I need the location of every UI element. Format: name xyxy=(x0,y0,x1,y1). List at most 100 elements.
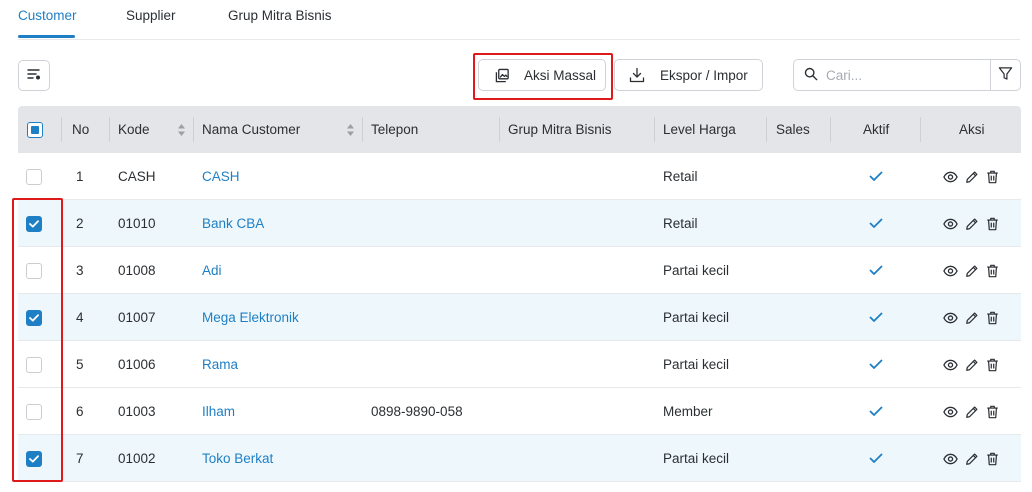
delete-trash-icon[interactable] xyxy=(986,358,999,372)
customer-name-link[interactable]: Ilham xyxy=(202,388,235,435)
col-header-aktif: Aktif xyxy=(863,122,890,137)
active-check-icon xyxy=(869,247,883,294)
row-checkbox[interactable] xyxy=(26,294,42,341)
filter-button[interactable] xyxy=(990,59,1021,91)
edit-pencil-icon[interactable] xyxy=(965,405,979,419)
cell-level-harga: Member xyxy=(663,404,713,419)
column-settings-button[interactable] xyxy=(18,60,50,91)
cell-kode: 01006 xyxy=(118,357,156,372)
view-eye-icon[interactable] xyxy=(943,171,958,183)
row-actions xyxy=(943,341,999,388)
tab-customer[interactable]: Customer xyxy=(18,8,77,23)
col-header-kode[interactable]: Kode xyxy=(118,106,186,153)
cell-no: 1 xyxy=(76,169,84,184)
delete-trash-icon[interactable] xyxy=(986,405,999,419)
col-header-sales: Sales xyxy=(776,122,810,137)
col-header-nama-label: Nama Customer xyxy=(202,122,301,137)
row-checkbox[interactable] xyxy=(26,388,42,435)
view-eye-icon[interactable] xyxy=(943,453,958,465)
search-icon xyxy=(804,67,818,84)
customer-name-link[interactable]: Adi xyxy=(202,247,222,294)
col-header-telepon: Telepon xyxy=(371,122,419,137)
tab-bar: Customer Supplier Grup Mitra Bisnis xyxy=(18,0,1020,40)
cell-kode: 01002 xyxy=(118,451,156,466)
edit-pencil-icon[interactable] xyxy=(965,217,979,231)
cell-kode: 01010 xyxy=(118,216,156,231)
sort-icon xyxy=(346,123,355,137)
table-row[interactable]: 6 01003 Ilham 0898-9890-058 Member xyxy=(18,388,1021,435)
view-eye-icon[interactable] xyxy=(943,359,958,371)
row-actions xyxy=(943,388,999,435)
col-header-no: No xyxy=(72,122,90,137)
active-tab-indicator xyxy=(18,35,75,38)
active-check-icon xyxy=(869,153,883,200)
filter-icon xyxy=(998,66,1013,84)
cell-kode: CASH xyxy=(118,169,156,184)
table-row[interactable]: 4 01007 Mega Elektronik Partai kecil xyxy=(18,294,1021,341)
delete-trash-icon[interactable] xyxy=(986,170,999,184)
edit-pencil-icon[interactable] xyxy=(965,264,979,278)
cell-no: 6 xyxy=(76,404,84,419)
edit-pencil-icon[interactable] xyxy=(965,170,979,184)
cell-level-harga: Partai kecil xyxy=(663,357,730,372)
view-eye-icon[interactable] xyxy=(943,265,958,277)
select-all-checkbox[interactable] xyxy=(27,106,43,153)
search-input[interactable] xyxy=(826,67,976,83)
customer-name-link[interactable]: Mega Elektronik xyxy=(202,294,299,341)
customer-name-link[interactable]: Rama xyxy=(202,341,238,388)
table-row[interactable]: 1 CASH CASH Retail xyxy=(18,153,1021,200)
edit-pencil-icon[interactable] xyxy=(965,358,979,372)
export-import-label: Ekspor / Impor xyxy=(660,67,748,83)
cell-level-harga: Partai kecil xyxy=(663,310,730,325)
delete-trash-icon[interactable] xyxy=(986,264,999,278)
active-check-icon xyxy=(869,341,883,388)
view-eye-icon[interactable] xyxy=(943,312,958,324)
active-check-icon xyxy=(869,388,883,435)
bulk-action-label: Aksi Massal xyxy=(524,67,597,83)
cell-no: 3 xyxy=(76,263,84,278)
row-checkbox[interactable] xyxy=(26,341,42,388)
table-row[interactable]: 7 01002 Toko Berkat Partai kecil xyxy=(18,435,1021,482)
col-header-level-harga: Level Harga xyxy=(663,122,736,137)
view-eye-icon[interactable] xyxy=(943,218,958,230)
col-header-grup-mitra-bisnis: Grup Mitra Bisnis xyxy=(508,122,612,137)
table-row[interactable]: 5 01006 Rama Partai kecil xyxy=(18,341,1021,388)
delete-trash-icon[interactable] xyxy=(986,452,999,466)
bulk-action-button[interactable]: Aksi Massal xyxy=(478,59,606,91)
delete-trash-icon[interactable] xyxy=(986,217,999,231)
table-header: No Kode Nama Customer Telepon Grup Mitra… xyxy=(18,106,1021,153)
active-check-icon xyxy=(869,294,883,341)
customer-name-link[interactable]: Bank CBA xyxy=(202,200,264,247)
row-actions xyxy=(943,153,999,200)
cell-no: 7 xyxy=(76,451,84,466)
cell-telepon: 0898-9890-058 xyxy=(371,404,463,419)
download-icon xyxy=(629,67,645,83)
edit-pencil-icon[interactable] xyxy=(965,311,979,325)
tab-grup-mitra-bisnis[interactable]: Grup Mitra Bisnis xyxy=(228,8,332,23)
table-row[interactable]: 3 01008 Adi Partai kecil xyxy=(18,247,1021,294)
row-checkbox[interactable] xyxy=(26,200,42,247)
col-header-nama-customer[interactable]: Nama Customer xyxy=(202,106,355,153)
delete-trash-icon[interactable] xyxy=(986,311,999,325)
export-import-button[interactable]: Ekspor / Impor xyxy=(614,59,763,91)
search-box xyxy=(793,59,991,91)
cell-kode: 01007 xyxy=(118,310,156,325)
col-header-aksi: Aksi xyxy=(959,122,985,137)
row-checkbox[interactable] xyxy=(26,435,42,482)
row-checkbox[interactable] xyxy=(26,247,42,294)
cell-level-harga: Retail xyxy=(663,169,698,184)
customer-name-link[interactable]: Toko Berkat xyxy=(202,435,273,482)
images-stack-icon xyxy=(495,68,510,83)
customer-name-link[interactable]: CASH xyxy=(202,153,240,200)
row-checkbox[interactable] xyxy=(26,153,42,200)
cell-no: 2 xyxy=(76,216,84,231)
edit-pencil-icon[interactable] xyxy=(965,452,979,466)
col-header-kode-label: Kode xyxy=(118,122,150,137)
cell-level-harga: Partai kecil xyxy=(663,263,730,278)
tab-supplier[interactable]: Supplier xyxy=(126,8,176,23)
view-eye-icon[interactable] xyxy=(943,406,958,418)
cell-kode: 01003 xyxy=(118,404,156,419)
row-actions xyxy=(943,294,999,341)
table-row[interactable]: 2 01010 Bank CBA Retail xyxy=(18,200,1021,247)
active-check-icon xyxy=(869,200,883,247)
